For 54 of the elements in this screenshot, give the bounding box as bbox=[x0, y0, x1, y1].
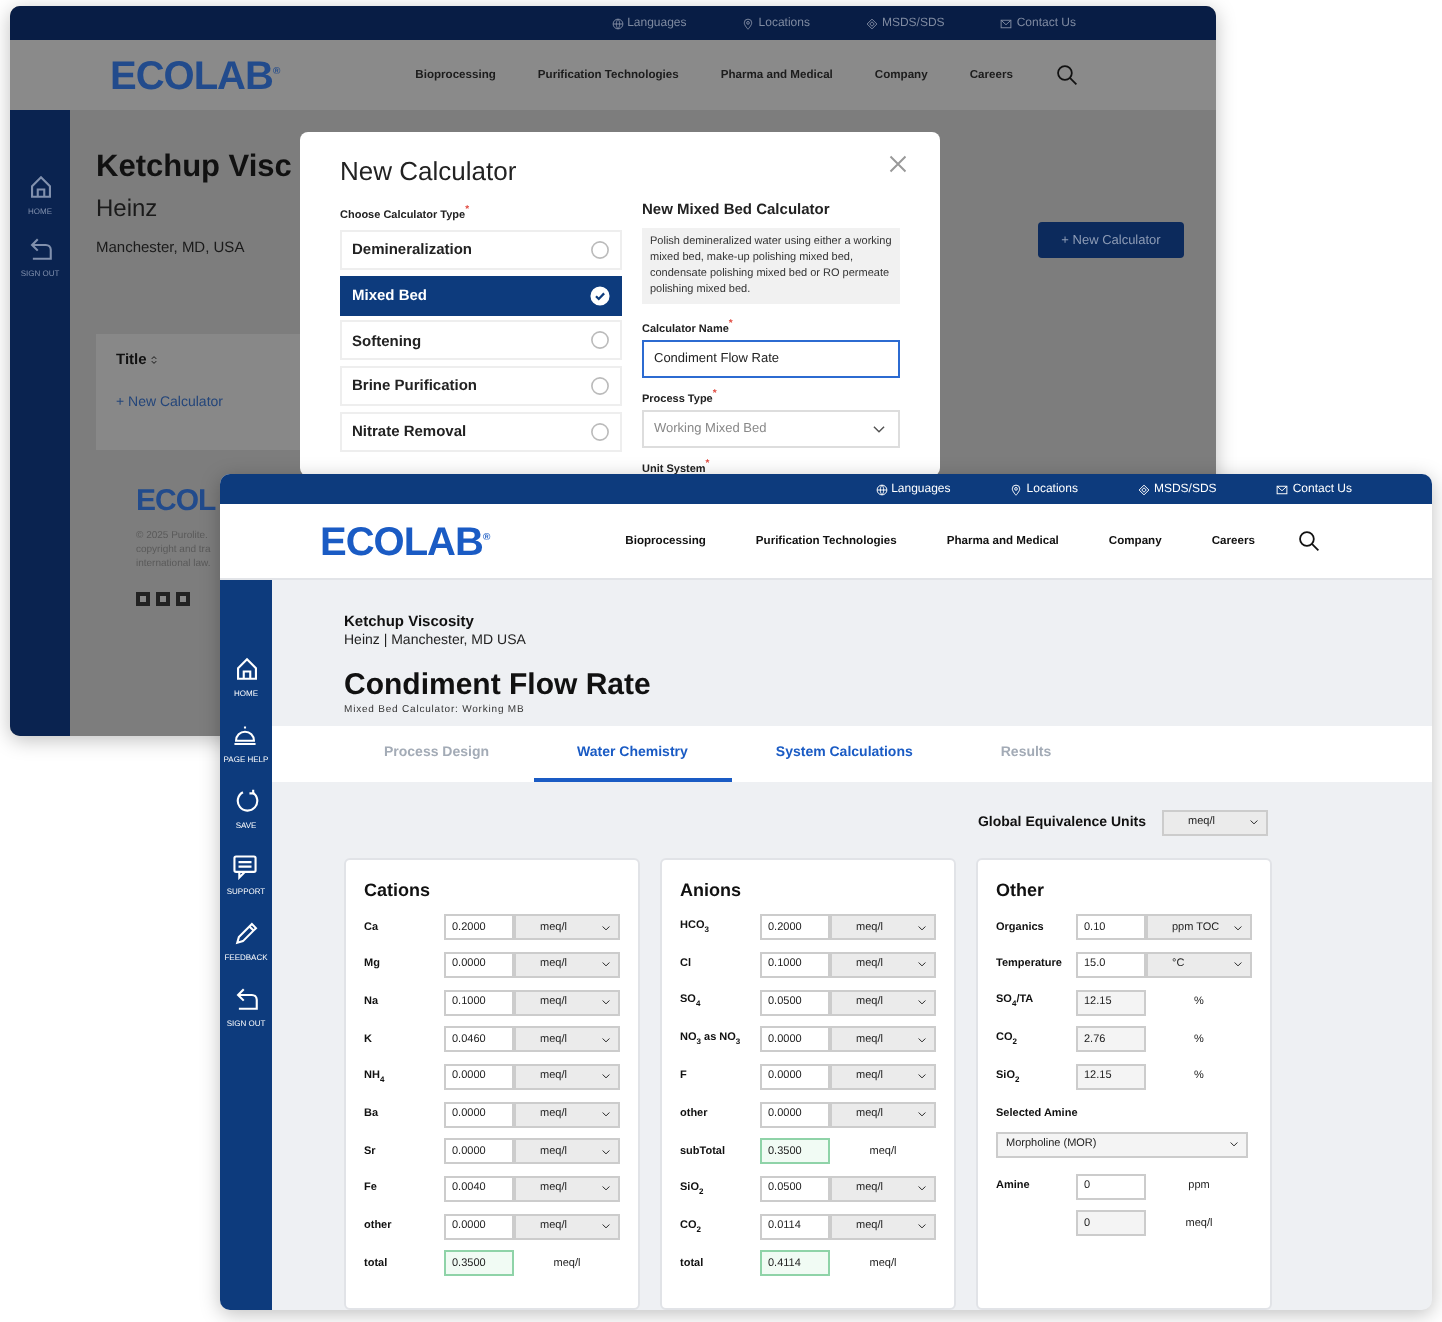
chevron-down-icon bbox=[600, 1145, 612, 1158]
chevron-down-icon bbox=[916, 1033, 928, 1046]
sort-icon bbox=[148, 353, 161, 365]
chevron-down-icon bbox=[600, 1070, 612, 1083]
envelope-icon bbox=[1276, 483, 1289, 495]
check-icon bbox=[590, 285, 610, 306]
radio-icon bbox=[590, 330, 610, 351]
chevron-down-icon bbox=[600, 1220, 612, 1233]
page-title: Ketchup Visc bbox=[96, 148, 292, 188]
bell-icon bbox=[232, 722, 259, 748]
client-name: Heinz bbox=[96, 192, 158, 224]
chevron-down-icon bbox=[600, 958, 612, 971]
search-icon[interactable] bbox=[1298, 530, 1321, 552]
pencil-icon bbox=[233, 920, 259, 946]
chevron-down-icon bbox=[916, 1220, 928, 1233]
home-icon bbox=[233, 656, 259, 682]
home-icon bbox=[27, 174, 53, 200]
chevron-down-icon bbox=[916, 996, 928, 1008]
modal-title: New Calculator bbox=[340, 156, 517, 186]
location-pin-icon bbox=[1010, 483, 1023, 495]
sign-out-icon bbox=[27, 236, 53, 262]
chevron-down-icon bbox=[1248, 816, 1260, 829]
card-title: Cations bbox=[364, 878, 433, 905]
chevron-down-icon bbox=[600, 1033, 612, 1046]
chevron-down-icon bbox=[916, 921, 928, 934]
globe-icon bbox=[611, 17, 624, 29]
diamond-icon bbox=[1137, 483, 1150, 495]
card-title: Anions bbox=[680, 878, 743, 905]
circular-arrow-icon bbox=[233, 788, 259, 814]
diamond-icon bbox=[865, 17, 878, 29]
chevron-down-icon bbox=[600, 921, 612, 934]
ecolab-logo: ECOL bbox=[136, 482, 216, 522]
location-pin-icon bbox=[742, 17, 755, 29]
radio-icon bbox=[590, 375, 610, 396]
envelope-icon bbox=[1000, 17, 1013, 29]
chevron-down-icon bbox=[916, 1108, 928, 1121]
radio-icon bbox=[590, 421, 610, 442]
radio-icon bbox=[590, 239, 610, 260]
chevron-down-icon bbox=[916, 1182, 928, 1195]
chevron-down-icon bbox=[916, 958, 928, 971]
globe-icon bbox=[875, 483, 888, 495]
chevron-down-icon bbox=[600, 996, 612, 1008]
sign-out-icon bbox=[233, 986, 259, 1012]
chevron-down-icon bbox=[916, 1070, 928, 1083]
close-icon[interactable] bbox=[886, 152, 910, 176]
chat-bubble-icon bbox=[232, 854, 259, 880]
calculator-title: Condiment Flow Rate bbox=[344, 668, 653, 704]
ecolab-logo[interactable]: ECOLAB$^{®}$ bbox=[320, 512, 490, 570]
chevron-down-icon bbox=[1228, 1138, 1240, 1151]
chevron-down-icon bbox=[1232, 921, 1244, 934]
card-title: Other bbox=[996, 878, 1047, 905]
chevron-down-icon bbox=[600, 1182, 612, 1195]
chevron-down-icon bbox=[1232, 958, 1244, 971]
chevron-down-icon bbox=[600, 1108, 612, 1121]
